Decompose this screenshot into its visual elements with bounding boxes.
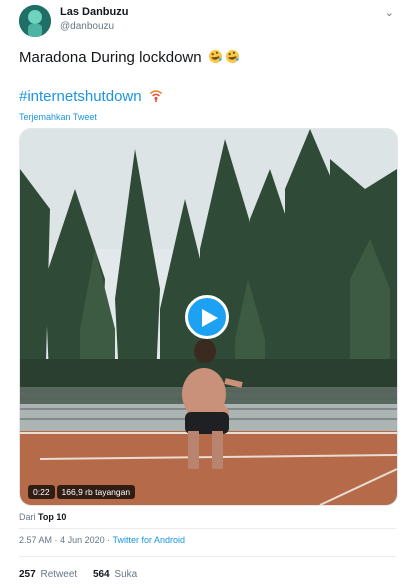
hashtag-link[interactable]: #internetshutdown [19,88,142,105]
tweet-text: Maradona During lockdown [19,49,202,66]
source-link[interactable]: Top 10 [38,512,66,522]
retweet-count: 257 [19,569,36,580]
video-info-overlay: 0:22 166,9 rb tayangan [28,485,136,499]
rolling-on-floor-laughing-icon [225,49,240,68]
tweet-meta: 2.57 AM · 4 Jun 2020 · Twitter for Andro… [19,535,185,545]
video-source: Dari Top 10 [19,512,66,522]
divider [19,528,396,529]
video-player[interactable]: 0:22 166,9 rb tayangan [19,128,398,506]
avatar[interactable] [19,5,51,37]
tweet-card: Las Danbuzu @danbouzu ⌄ Maradona During … [0,0,414,588]
broadcast-icon [148,88,164,107]
meta-separator: · [54,535,58,545]
like-count: 564 [92,569,110,580]
avatar-image [19,5,51,37]
chevron-down-icon[interactable]: ⌄ [385,6,394,19]
like-stat[interactable]: 564 Suka [93,569,137,580]
video-views: 166,9 rb tayangan [56,485,136,499]
video-duration: 0:22 [28,485,55,499]
play-icon [202,309,218,327]
retweet-stat[interactable]: 257 Retweet [19,569,80,580]
source-prefix: Dari [19,512,36,522]
tweet-text-line-1: Maradona During lockdown [19,49,240,68]
retweet-label: Retweet [40,569,78,580]
meta-separator: · [107,535,111,545]
client-link[interactable]: Twitter for Android [112,535,185,545]
tweet-time[interactable]: 2.57 AM [19,535,52,545]
like-label: Suka [114,569,138,580]
play-button[interactable] [185,295,229,339]
tweet-text-line-2: #internetshutdown [19,88,164,107]
divider [19,556,396,557]
tweet-stats: 257 Retweet 564 Suka [19,569,137,580]
translate-link[interactable]: Terjemahkan Tweet [19,112,97,122]
user-handle[interactable]: @danbouzu [60,21,114,32]
rolling-on-floor-laughing-icon [208,49,223,68]
display-name[interactable]: Las Danbuzu [60,6,128,18]
tweet-date[interactable]: 4 Jun 2020 [60,535,105,545]
